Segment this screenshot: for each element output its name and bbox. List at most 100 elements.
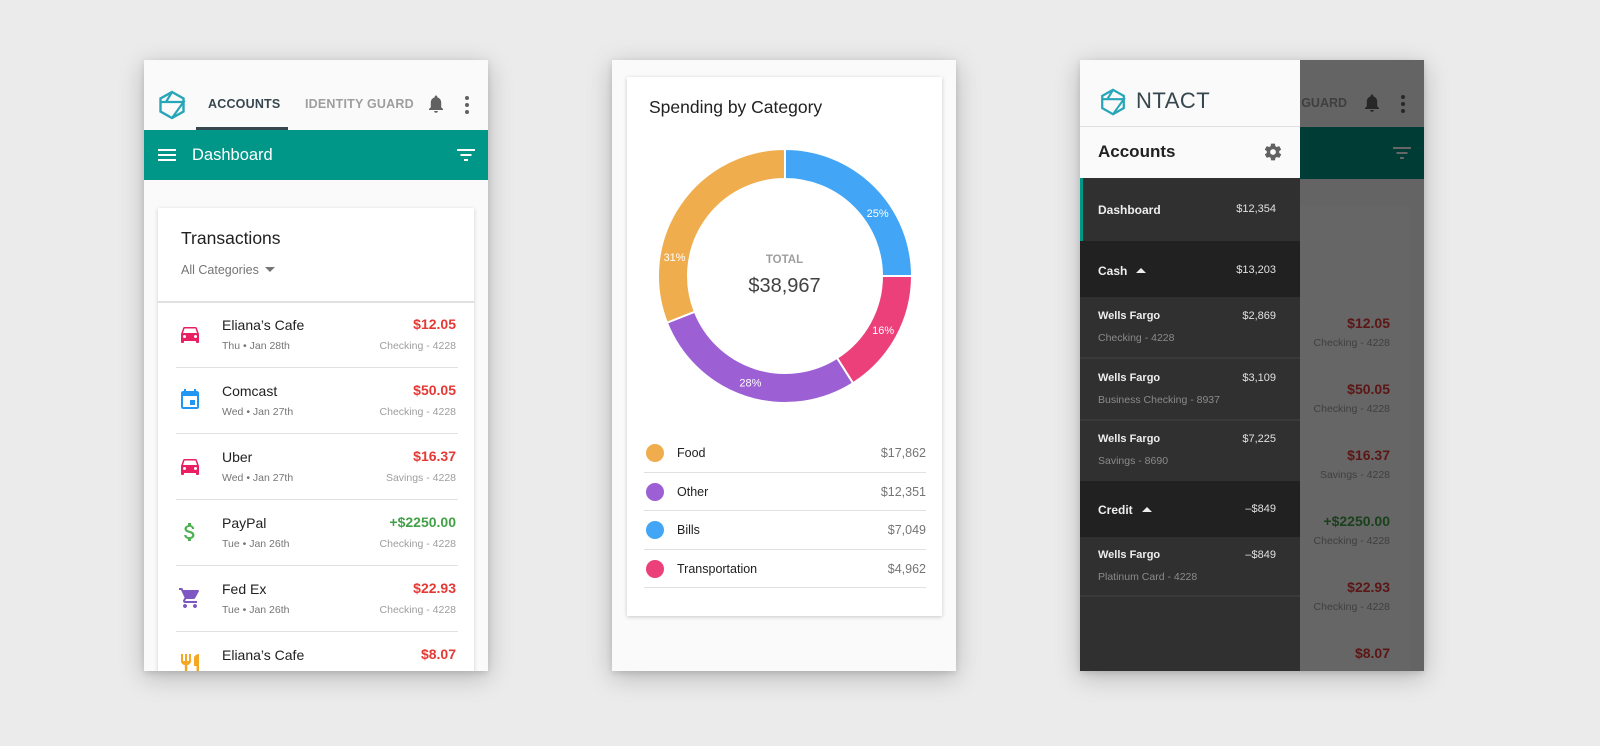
transaction-date: Tue • Jan 26th xyxy=(222,604,290,616)
account-value: $7,225 xyxy=(1242,433,1276,445)
legend-value: $12,351 xyxy=(880,484,926,499)
slice-percent-label: 28% xyxy=(739,378,761,390)
transaction-account: Checking - 4228 xyxy=(379,340,456,352)
transaction-row[interactable]: Uber Wed • Jan 27th $16.37 Savings - 422… xyxy=(176,434,458,500)
drawer-section-cash[interactable]: Cash $13,203 xyxy=(1080,241,1300,297)
accounts-title: Accounts xyxy=(1098,142,1176,161)
legend-value: $7,049 xyxy=(887,523,926,537)
legend-item[interactable]: Bills $7,049 xyxy=(644,511,926,550)
legend-color-dot xyxy=(646,482,664,501)
car-icon xyxy=(181,327,199,343)
transactions-screen: ACCOUNTS IDENTITY GUARD Dashboard Transa… xyxy=(144,60,488,671)
section-label: Cash xyxy=(1098,264,1128,278)
brand-name: NTACT xyxy=(1136,88,1211,113)
tab-accounts[interactable]: ACCOUNTS xyxy=(208,97,280,111)
transaction-account: Checking - 4228 xyxy=(379,538,456,550)
toolbar: Dashboard xyxy=(144,130,488,180)
bell-icon[interactable] xyxy=(427,94,445,114)
caret-up-icon xyxy=(1141,507,1152,512)
transaction-amount: $22.93 xyxy=(413,580,456,596)
toolbar-title: Dashboard xyxy=(192,146,273,164)
transaction-account: Checking - 4228 xyxy=(379,406,456,418)
total-label: TOTAL xyxy=(765,254,804,266)
legend-value: $17,862 xyxy=(880,446,926,460)
drawer-header: NTACT xyxy=(1080,60,1300,127)
account-value: $3,109 xyxy=(1242,372,1276,384)
legend-color-dot xyxy=(646,559,664,578)
legend-color-dot xyxy=(646,521,664,539)
legend-item[interactable]: Transportation $4,962 xyxy=(644,550,926,588)
section-label: Credit xyxy=(1098,503,1133,517)
transaction-row[interactable]: PayPal Tue • Jan 26th +$2250.00 Checking… xyxy=(176,500,458,566)
account-bank: Wells Fargo xyxy=(1098,549,1161,561)
transaction-date: Wed • Jan 27th xyxy=(222,406,294,418)
navigation-drawer: NTACT Accounts Dashboard $12,354 Cash $1… xyxy=(1080,60,1300,671)
dollar-icon xyxy=(184,523,195,541)
legend-value: $4,962 xyxy=(887,561,926,576)
tab-identity-guard[interactable]: IDENTITY GUARD xyxy=(305,97,414,111)
account-detail: Checking - 4228 xyxy=(1098,332,1175,344)
transaction-amount: +$2250.00 xyxy=(389,514,456,530)
section-value: –$849 xyxy=(1245,503,1276,515)
account-detail: Savings - 8690 xyxy=(1098,455,1169,467)
caret-down-icon xyxy=(264,267,275,272)
spending-screen: Spending by Category 25% 16% 28% 31% TOTAL … xyxy=(612,60,956,671)
chart-title: Spending by Category xyxy=(649,97,823,117)
transaction-name: Uber xyxy=(222,449,253,465)
legend-item[interactable]: Food $17,862 xyxy=(644,434,926,473)
transaction-row[interactable]: Eliana’s Cafe Thu • Jan 28th $12.05 Chec… xyxy=(176,302,458,368)
chart-legend: Food $17,862 Other $12,351 Bills $7,049 … xyxy=(644,434,926,588)
category-dropdown-value: All Categories xyxy=(181,263,259,277)
cart-icon xyxy=(179,588,199,608)
restaurant-icon xyxy=(181,654,199,671)
legend-label: Bills xyxy=(677,523,700,537)
category-dropdown[interactable]: All Categories xyxy=(181,263,275,277)
drawer-item-value: $12,354 xyxy=(1236,203,1276,215)
legend-label: Transportation xyxy=(677,561,758,576)
account-value: $2,869 xyxy=(1242,310,1276,322)
transaction-row[interactable]: Comcast Wed • Jan 27th $50.05 Checking -… xyxy=(176,368,458,434)
drawer-account-item[interactable]: Wells Fargo $2,869 Checking - 4228 xyxy=(1080,297,1300,359)
legend-item[interactable]: Other $12,351 xyxy=(644,473,926,511)
drawer-account-item[interactable]: Wells Fargo –$849 Platinum Card - 4228 xyxy=(1080,537,1300,597)
hex-logo-icon[interactable] xyxy=(156,89,188,121)
drawer-account-item[interactable]: Wells Fargo $7,225 Savings - 8690 xyxy=(1080,421,1300,481)
active-indicator xyxy=(1080,178,1083,241)
spending-card: Spending by Category 25% 16% 28% 31% TOTAL … xyxy=(627,77,942,616)
transaction-name: PayPal xyxy=(222,515,267,531)
slice-percent-label: 16% xyxy=(872,325,894,337)
transaction-row[interactable]: Eliana’s Cafe $8.07 xyxy=(176,632,458,671)
car-icon xyxy=(181,459,199,475)
drawer-item-label: Dashboard xyxy=(1098,203,1161,217)
account-detail: Business Checking - 8937 xyxy=(1098,394,1220,406)
transaction-name: Comcast xyxy=(222,383,278,399)
account-value: –$849 xyxy=(1245,549,1276,561)
menu-icon[interactable] xyxy=(158,148,176,162)
calendar-icon xyxy=(181,389,199,409)
filter-icon[interactable] xyxy=(457,148,475,162)
slice-percent-label: 25% xyxy=(867,208,889,220)
transaction-list: Eliana’s Cafe Thu • Jan 28th $12.05 Chec… xyxy=(176,302,458,671)
more-vert-icon[interactable] xyxy=(462,95,472,115)
legend-color-dot xyxy=(646,444,664,462)
account-bank: Wells Fargo xyxy=(1098,433,1161,445)
gear-icon[interactable] xyxy=(1263,142,1283,162)
transaction-amount: $50.05 xyxy=(413,382,456,398)
account-detail: Platinum Card - 4228 xyxy=(1098,571,1198,583)
transaction-row[interactable]: Fed Ex Tue • Jan 26th $22.93 Checking - … xyxy=(176,566,458,632)
account-bank: Wells Fargo xyxy=(1098,310,1161,322)
transaction-amount: $16.37 xyxy=(413,448,456,464)
transaction-date: Wed • Jan 27th xyxy=(222,472,294,484)
section-value: $13,203 xyxy=(1236,264,1276,276)
transaction-account: Checking - 4228 xyxy=(379,604,456,616)
account-bank: Wells Fargo xyxy=(1098,372,1161,384)
drawer-account-item[interactable]: Wells Fargo $3,109 Business Checking - 8… xyxy=(1080,359,1300,421)
transactions-title: Transactions xyxy=(181,228,281,248)
transaction-amount: $8.07 xyxy=(420,646,456,662)
drawer-item-dashboard[interactable]: Dashboard $12,354 xyxy=(1080,178,1300,241)
accounts-header: Accounts xyxy=(1080,127,1300,178)
transaction-name: Fed Ex xyxy=(222,581,267,597)
drawer-section-credit[interactable]: Credit –$849 xyxy=(1080,481,1300,537)
accounts-drawer-screen: IDENTITY GUARD $12.05 Checking - 4228$50… xyxy=(1080,60,1424,671)
transaction-name: Eliana’s Cafe xyxy=(222,647,305,663)
